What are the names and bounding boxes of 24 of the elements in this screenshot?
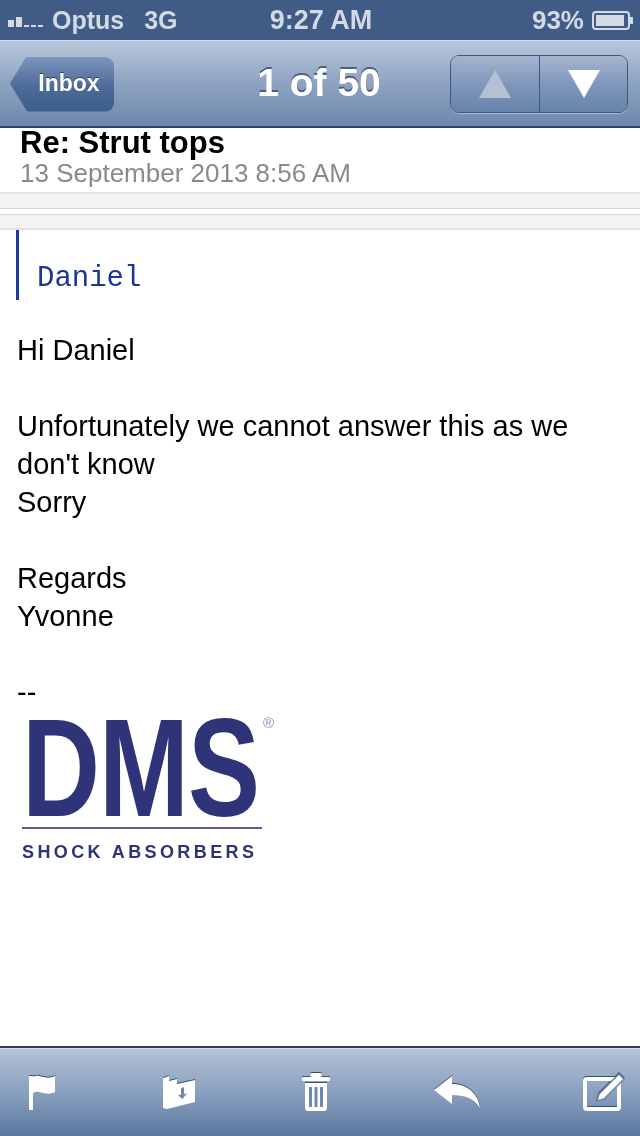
- message-position-title: 1 of 50: [257, 60, 381, 107]
- battery-icon: [592, 10, 634, 30]
- carrier-name: Optus: [52, 4, 125, 36]
- network-type: 3G: [144, 4, 178, 36]
- compose-icon[interactable]: [583, 1073, 625, 1111]
- registered-mark: ®: [263, 715, 275, 730]
- message-subject: Re: Strut tops: [20, 128, 226, 158]
- inbox-back-button[interactable]: Inbox: [10, 55, 114, 112]
- battery-percentage: 93%: [531, 3, 584, 37]
- body-text: Hi Daniel: [17, 333, 136, 368]
- next-message-button[interactable]: [539, 55, 627, 112]
- body-text: Regards: [17, 561, 128, 596]
- body-text: Yvonne: [17, 599, 115, 634]
- quoted-name: Daniel: [37, 263, 142, 295]
- up-triangle-icon: [479, 69, 511, 98]
- trash-icon[interactable]: [299, 1072, 332, 1112]
- status-time: 9:27 AM: [269, 4, 373, 37]
- logo-wordmark: DMS: [22, 715, 259, 823]
- down-triangle-icon: [567, 69, 600, 98]
- body-text: Sorry: [17, 485, 88, 520]
- body-text: Unfortunately we cannot answer this as we don't know: [17, 409, 570, 482]
- body-text: --: [17, 675, 38, 710]
- reply-icon[interactable]: [434, 1074, 481, 1110]
- logo-tagline: SHOCK ABSORBERS: [22, 842, 258, 862]
